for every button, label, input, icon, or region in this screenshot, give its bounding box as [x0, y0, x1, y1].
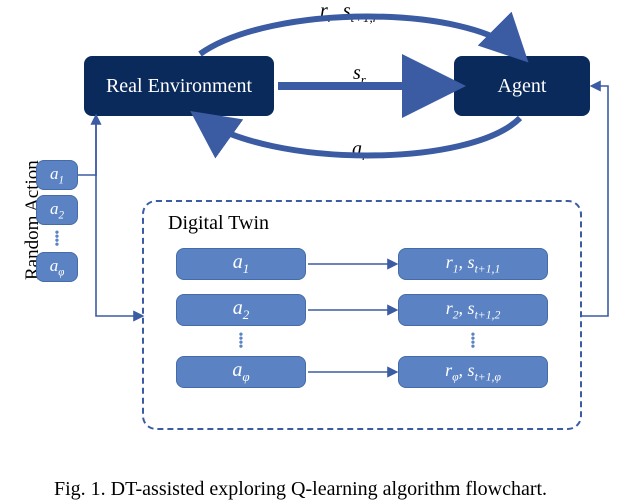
diagram-root: Real Environment Agent rr, st+1,r sr ar …: [0, 0, 628, 502]
digital-twin-label: Digital Twin: [168, 212, 269, 235]
dt-action-dots: ••••: [234, 334, 248, 350]
figure-caption: Fig. 1. DT-assisted exploring Q-learning…: [54, 478, 547, 501]
agent-label: Agent: [498, 75, 547, 98]
random-action-aphi: aφ: [36, 252, 78, 282]
random-action-dots: ••••: [50, 232, 64, 248]
real-environment-label: Real Environment: [106, 75, 252, 98]
random-action-a2: a2: [36, 195, 78, 225]
dt-action-aphi: aφ: [176, 356, 306, 388]
random-action-a1: a1: [36, 160, 78, 190]
dt-output-dots: ••••: [466, 334, 480, 350]
agent-node: Agent: [454, 56, 590, 116]
flow-label-middle: sr: [353, 62, 366, 88]
flow-label-top: rr, st+1,r: [320, 0, 378, 26]
dt-action-a2: a2: [176, 294, 306, 326]
dt-output-1: r1, st+1,1: [398, 248, 548, 280]
real-environment-node: Real Environment: [84, 56, 274, 116]
flow-label-bottom: ar: [352, 138, 367, 164]
dt-output-2: r2, st+1,2: [398, 294, 548, 326]
dt-output-phi: rφ, st+1,φ: [398, 356, 548, 388]
dt-action-a1: a1: [176, 248, 306, 280]
